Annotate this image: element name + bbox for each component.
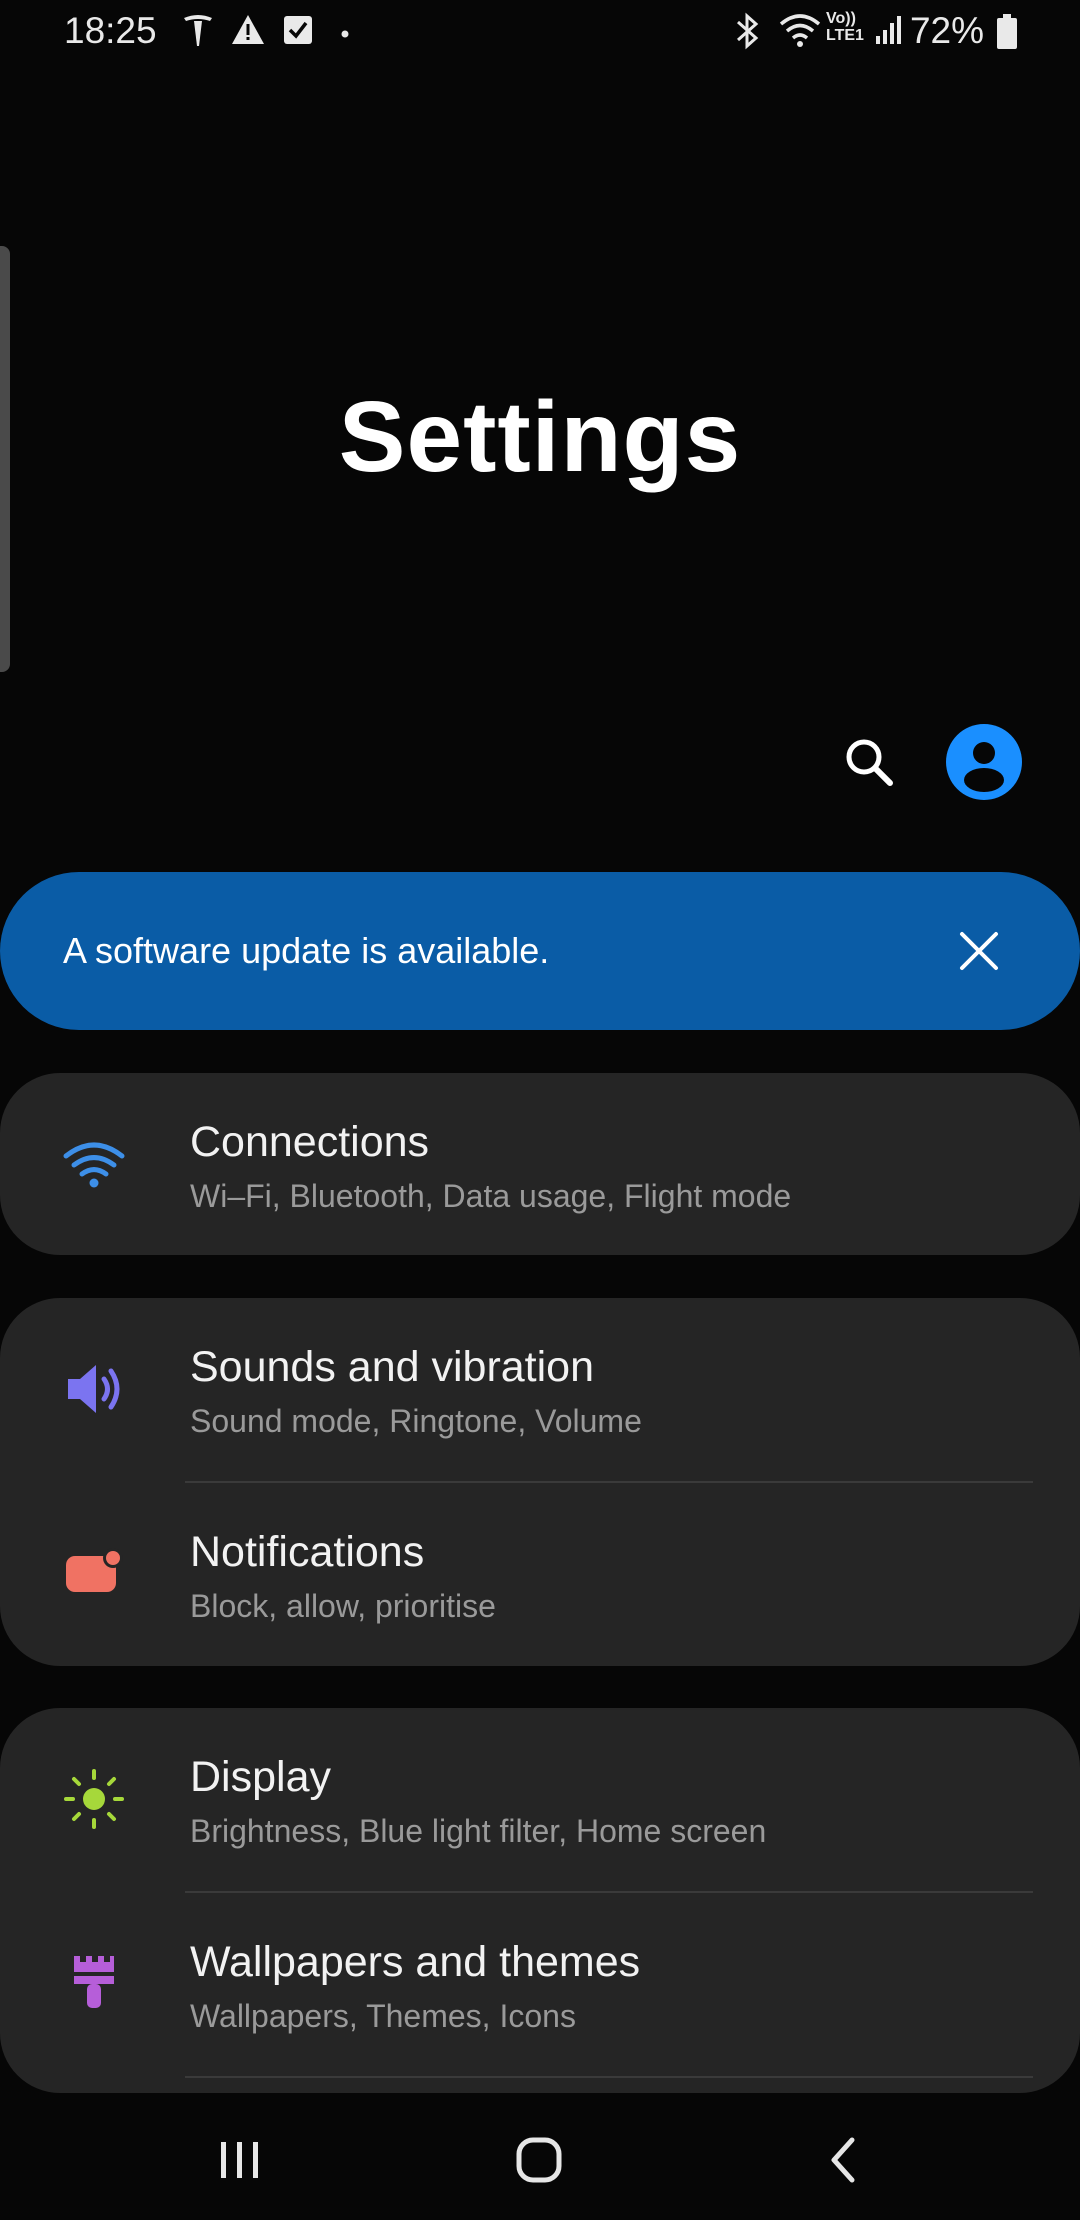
home-icon[interactable] bbox=[505, 2130, 575, 2190]
paintbrush-icon bbox=[60, 1948, 128, 2016]
update-banner-text: A software update is available. bbox=[63, 930, 550, 971]
lte-label: LTE1 bbox=[826, 27, 864, 44]
settings-item-subtitle: Block, allow, prioritise bbox=[190, 1588, 496, 1624]
checkbox-icon bbox=[282, 12, 314, 51]
status-bar: 18:25 Vo)) LTE1 72% bbox=[0, 0, 1080, 64]
settings-item-subtitle: Wi–Fi, Bluetooth, Data usage, Flight mod… bbox=[190, 1178, 792, 1214]
volte-label: Vo)) bbox=[826, 10, 856, 27]
notification-icon bbox=[60, 1538, 128, 1606]
settings-item-title: Sounds and vibration bbox=[190, 1343, 595, 1391]
settings-item-subtitle: Sound mode, Ringtone, Volume bbox=[190, 1403, 642, 1439]
settings-item-connections[interactable]: Connections Wi–Fi, Bluetooth, Data usage… bbox=[0, 1073, 1080, 1255]
recents-icon[interactable] bbox=[205, 2130, 275, 2190]
settings-item-display[interactable]: Display Brightness, Blue light filter, H… bbox=[0, 1708, 1080, 1891]
settings-card-display-wallpapers: Display Brightness, Blue light filter, H… bbox=[0, 1708, 1080, 2093]
speaker-icon bbox=[60, 1355, 128, 1423]
page-title: Settings bbox=[338, 381, 742, 493]
close-icon[interactable] bbox=[950, 922, 1008, 980]
settings-card-sounds-notifications: Sounds and vibration Sound mode, Rington… bbox=[0, 1298, 1080, 1666]
volte-icon: Vo)) LTE1 bbox=[826, 10, 870, 44]
settings-item-title: Display bbox=[190, 1753, 331, 1801]
search-icon bbox=[842, 739, 898, 795]
status-time: 18:25 bbox=[64, 10, 157, 51]
settings-item-notifications[interactable]: Notifications Block, allow, prioritise bbox=[0, 1483, 1080, 1666]
account-button[interactable] bbox=[946, 724, 1022, 800]
settings-item-subtitle: Brightness, Blue light filter, Home scre… bbox=[190, 1813, 767, 1849]
dot-icon bbox=[340, 26, 350, 44]
search-button[interactable] bbox=[842, 735, 898, 796]
navigation-bar bbox=[0, 2100, 1080, 2220]
battery-icon bbox=[996, 14, 1018, 55]
wifi-icon-status bbox=[778, 12, 822, 55]
warning-icon bbox=[230, 12, 266, 53]
settings-card-connections: Connections Wi–Fi, Bluetooth, Data usage… bbox=[0, 1073, 1080, 1255]
account-icon bbox=[946, 742, 1022, 800]
signal-icon bbox=[874, 12, 902, 53]
tesla-icon bbox=[180, 12, 216, 55]
bluetooth-icon bbox=[730, 12, 764, 55]
brightness-icon bbox=[60, 1765, 128, 1833]
settings-item-subtitle: Wallpapers, Themes, Icons bbox=[190, 1998, 576, 2034]
settings-item-title: Connections bbox=[190, 1118, 430, 1166]
settings-item-title: Notifications bbox=[190, 1528, 425, 1576]
software-update-banner[interactable]: A software update is available. bbox=[0, 872, 1080, 1030]
settings-item-title: Wallpapers and themes bbox=[190, 1938, 641, 1986]
wifi-icon bbox=[60, 1130, 128, 1198]
battery-percent: 72% bbox=[909, 10, 984, 51]
settings-item-sounds[interactable]: Sounds and vibration Sound mode, Rington… bbox=[0, 1298, 1080, 1481]
divider bbox=[185, 2076, 1033, 2078]
settings-item-wallpapers[interactable]: Wallpapers and themes Wallpapers, Themes… bbox=[0, 1893, 1080, 2076]
back-icon[interactable] bbox=[810, 2130, 880, 2190]
